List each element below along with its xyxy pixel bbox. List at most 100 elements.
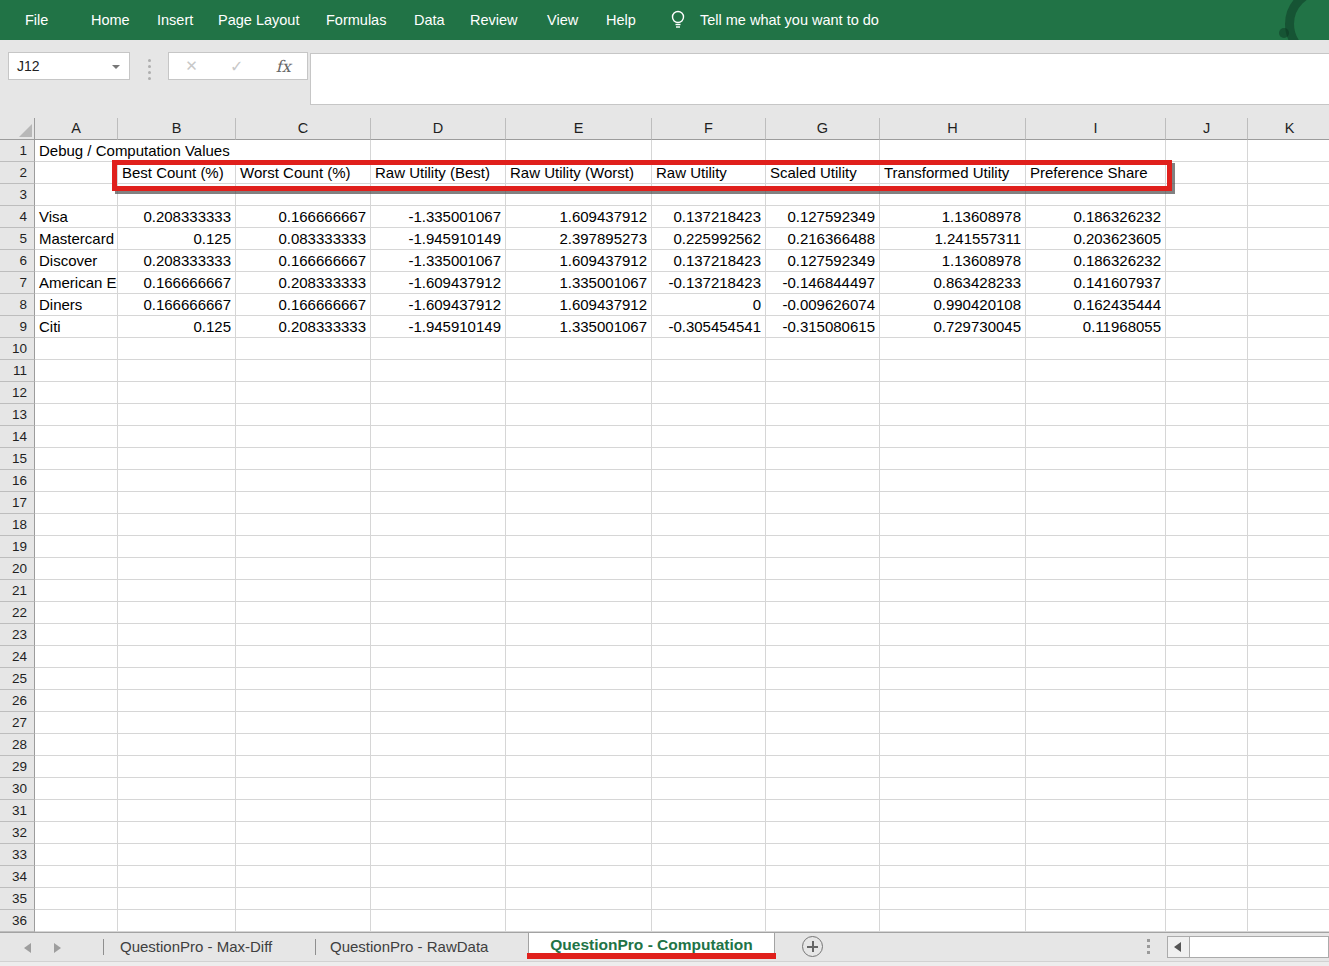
cell-F32[interactable]: [652, 822, 766, 844]
cell-C18[interactable]: [236, 514, 371, 536]
cell-D29[interactable]: [371, 756, 506, 778]
cell-F24[interactable]: [652, 646, 766, 668]
cell-E16[interactable]: [506, 470, 652, 492]
row-header-34[interactable]: 34: [0, 866, 35, 888]
cell-E36[interactable]: [506, 910, 652, 932]
cell-K31[interactable]: [1248, 800, 1329, 822]
cell-B8[interactable]: 0.166666667: [118, 294, 236, 316]
cell-J20[interactable]: [1166, 558, 1248, 580]
cell-G28[interactable]: [766, 734, 880, 756]
cell-A34[interactable]: [35, 866, 118, 888]
cell-I13[interactable]: [1026, 404, 1166, 426]
cell-A31[interactable]: [35, 800, 118, 822]
menu-help[interactable]: Help: [606, 0, 636, 40]
cell-E14[interactable]: [506, 426, 652, 448]
cell-I6[interactable]: 0.186326232: [1026, 250, 1166, 272]
cell-I12[interactable]: [1026, 382, 1166, 404]
cell-B27[interactable]: [118, 712, 236, 734]
cell-F36[interactable]: [652, 910, 766, 932]
cell-A26[interactable]: [35, 690, 118, 712]
row-header-1[interactable]: 1: [0, 140, 35, 162]
cell-G10[interactable]: [766, 338, 880, 360]
cell-A4[interactable]: Visa: [35, 206, 118, 228]
cell-J35[interactable]: [1166, 888, 1248, 910]
cell-B31[interactable]: [118, 800, 236, 822]
cell-B35[interactable]: [118, 888, 236, 910]
cell-K35[interactable]: [1248, 888, 1329, 910]
cell-H28[interactable]: [880, 734, 1026, 756]
cell-F1[interactable]: [652, 140, 766, 162]
cell-E12[interactable]: [506, 382, 652, 404]
cell-D11[interactable]: [371, 360, 506, 382]
cell-F25[interactable]: [652, 668, 766, 690]
cell-K19[interactable]: [1248, 536, 1329, 558]
cell-J19[interactable]: [1166, 536, 1248, 558]
row-header-29[interactable]: 29: [0, 756, 35, 778]
row-header-26[interactable]: 26: [0, 690, 35, 712]
cell-D20[interactable]: [371, 558, 506, 580]
cell-F27[interactable]: [652, 712, 766, 734]
cell-K14[interactable]: [1248, 426, 1329, 448]
menu-home[interactable]: Home: [91, 0, 130, 40]
cell-G21[interactable]: [766, 580, 880, 602]
sheet-nav-prev-icon[interactable]: [24, 943, 31, 953]
cell-E20[interactable]: [506, 558, 652, 580]
cell-G33[interactable]: [766, 844, 880, 866]
cell-B4[interactable]: 0.208333333: [118, 206, 236, 228]
cell-B21[interactable]: [118, 580, 236, 602]
cell-G34[interactable]: [766, 866, 880, 888]
cell-A23[interactable]: [35, 624, 118, 646]
cell-B18[interactable]: [118, 514, 236, 536]
row-header-3[interactable]: 3: [0, 184, 35, 206]
cell-E34[interactable]: [506, 866, 652, 888]
cell-A13[interactable]: [35, 404, 118, 426]
cell-B23[interactable]: [118, 624, 236, 646]
column-header-H[interactable]: H: [880, 118, 1026, 140]
cell-C16[interactable]: [236, 470, 371, 492]
cell-J34[interactable]: [1166, 866, 1248, 888]
cell-F34[interactable]: [652, 866, 766, 888]
row-header-2[interactable]: 2: [0, 162, 35, 184]
cell-C12[interactable]: [236, 382, 371, 404]
cell-I20[interactable]: [1026, 558, 1166, 580]
cell-I14[interactable]: [1026, 426, 1166, 448]
cell-G29[interactable]: [766, 756, 880, 778]
cell-H5[interactable]: 1.241557311: [880, 228, 1026, 250]
tab-questionpro-computation[interactable]: QuestionPro - Computation: [528, 933, 775, 955]
cell-F12[interactable]: [652, 382, 766, 404]
cell-A25[interactable]: [35, 668, 118, 690]
cell-K16[interactable]: [1248, 470, 1329, 492]
cell-J24[interactable]: [1166, 646, 1248, 668]
cell-G23[interactable]: [766, 624, 880, 646]
cell-K8[interactable]: [1248, 294, 1329, 316]
row-header-6[interactable]: 6: [0, 250, 35, 272]
cell-I9[interactable]: 0.11968055: [1026, 316, 1166, 338]
cell-E10[interactable]: [506, 338, 652, 360]
cell-E7[interactable]: 1.335001067: [506, 272, 652, 294]
cell-B9[interactable]: 0.125: [118, 316, 236, 338]
column-header-I[interactable]: I: [1026, 118, 1166, 140]
column-header-D[interactable]: D: [371, 118, 506, 140]
cell-G15[interactable]: [766, 448, 880, 470]
cell-K5[interactable]: [1248, 228, 1329, 250]
scrollbar-thumb[interactable]: [1189, 937, 1328, 957]
row-header-11[interactable]: 11: [0, 360, 35, 382]
row-header-25[interactable]: 25: [0, 668, 35, 690]
cell-A20[interactable]: [35, 558, 118, 580]
cell-I4[interactable]: 0.186326232: [1026, 206, 1166, 228]
name-box-dropdown-icon[interactable]: [112, 65, 120, 69]
cell-E30[interactable]: [506, 778, 652, 800]
cell-J13[interactable]: [1166, 404, 1248, 426]
cell-A21[interactable]: [35, 580, 118, 602]
cell-E24[interactable]: [506, 646, 652, 668]
cell-D13[interactable]: [371, 404, 506, 426]
cell-B29[interactable]: [118, 756, 236, 778]
cell-K30[interactable]: [1248, 778, 1329, 800]
cell-D10[interactable]: [371, 338, 506, 360]
cell-K28[interactable]: [1248, 734, 1329, 756]
tell-me-search[interactable]: Tell me what you want to do: [700, 0, 879, 40]
row-header-21[interactable]: 21: [0, 580, 35, 602]
cell-I24[interactable]: [1026, 646, 1166, 668]
cell-I11[interactable]: [1026, 360, 1166, 382]
cell-C32[interactable]: [236, 822, 371, 844]
